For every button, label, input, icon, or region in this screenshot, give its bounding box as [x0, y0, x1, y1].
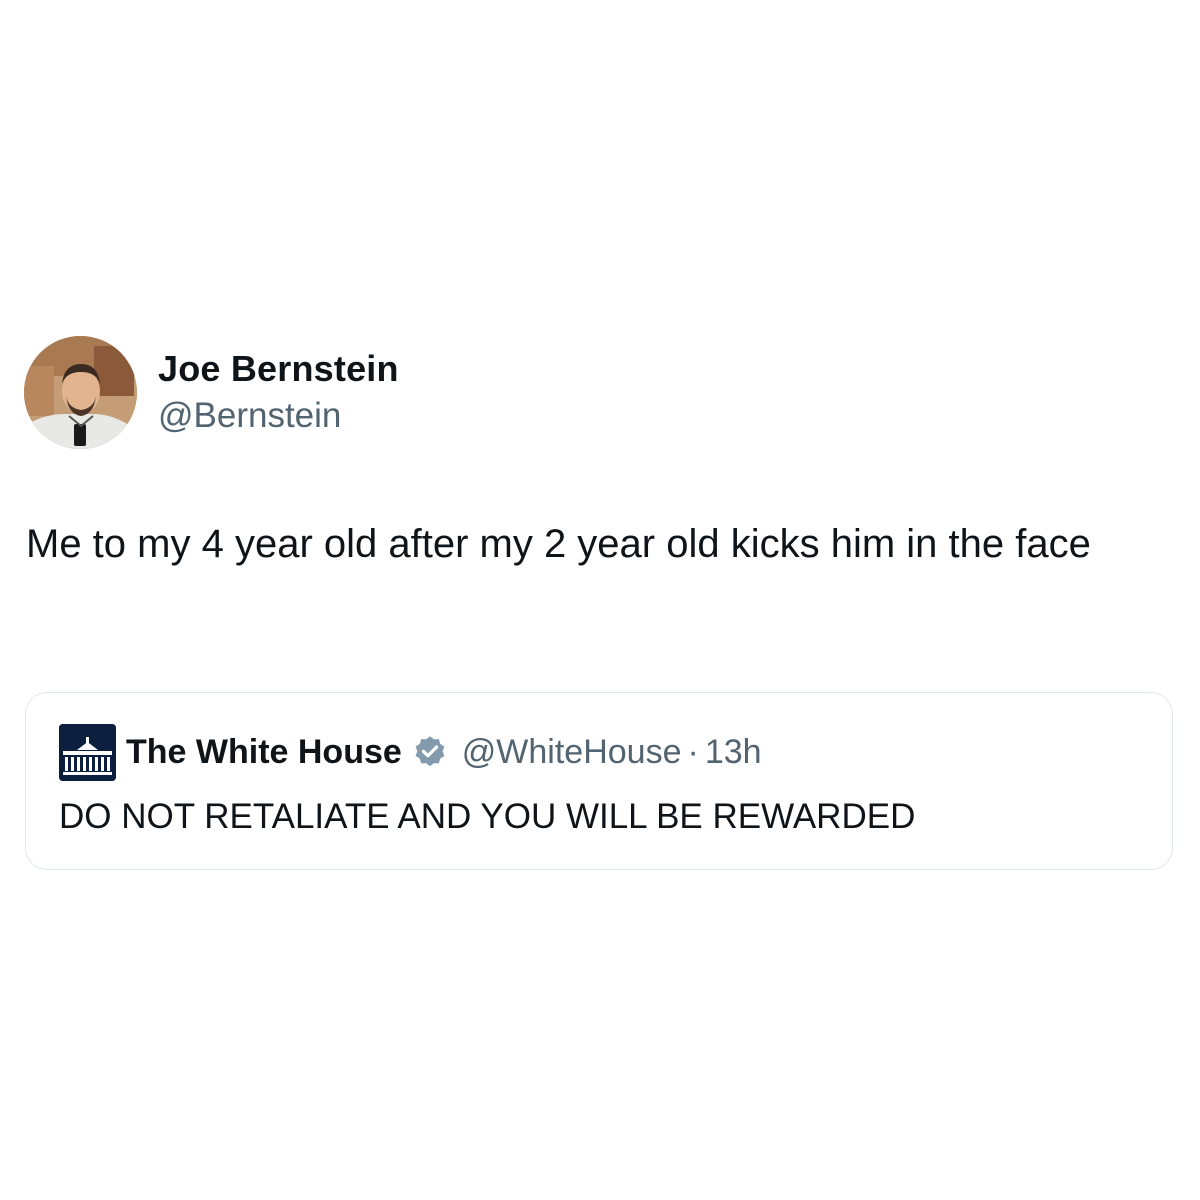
separator-dot: · [687, 732, 699, 771]
tweet-text: Me to my 4 year old after my 2 year old … [26, 522, 1091, 566]
verified-badge-icon [412, 734, 448, 770]
author-handle[interactable]: @Bernstein [158, 396, 341, 436]
author-avatar[interactable] [24, 336, 137, 449]
quoted-tweet-time[interactable]: 13h [705, 733, 762, 772]
quoted-tweet-header: The White House @WhiteHouse · 13h [126, 730, 762, 774]
tweet: Joe Bernstein @Bernstein Me to my 4 year… [0, 0, 1200, 1200]
quoted-tweet-text: DO NOT RETALIATE AND YOU WILL BE REWARDE… [59, 797, 916, 836]
quoted-tweet-card[interactable]: The White House @WhiteHouse · 13h DO NOT… [25, 692, 1173, 870]
author-name[interactable]: Joe Bernstein [158, 348, 399, 390]
quoted-author-avatar[interactable] [59, 724, 116, 781]
quoted-author-handle[interactable]: @WhiteHouse [462, 733, 682, 772]
author-avatar-photo [24, 336, 137, 449]
quoted-author-name[interactable]: The White House [126, 733, 402, 772]
white-house-logo-icon [59, 724, 116, 781]
